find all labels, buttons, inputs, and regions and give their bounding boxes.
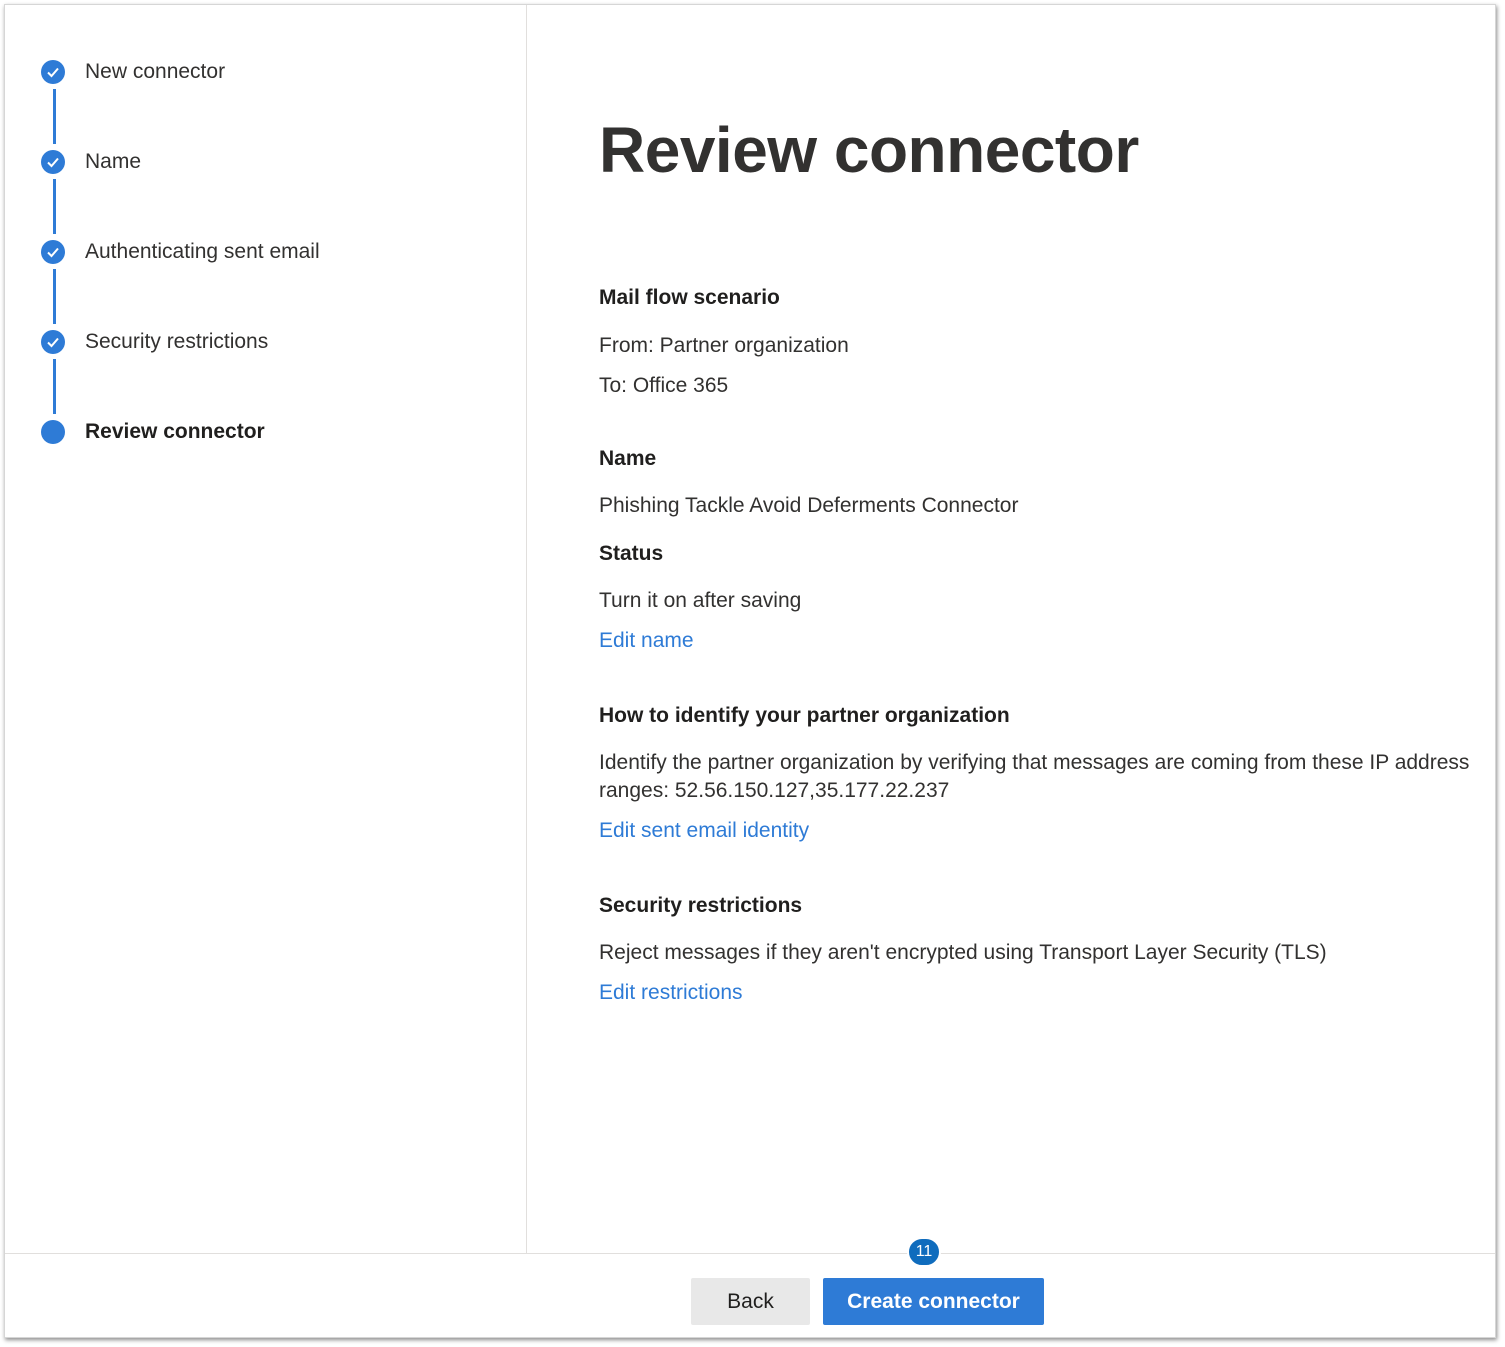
create-connector-button[interactable]: Create connector	[823, 1278, 1044, 1325]
connector-name-value: Phishing Tackle Avoid Deferments Connect…	[599, 494, 1019, 517]
step-label: Review connector	[85, 420, 265, 443]
step-connector-line	[53, 89, 56, 144]
step-security-restrictions[interactable]: Security restrictions	[41, 328, 268, 356]
checkmark-icon	[41, 240, 65, 264]
wizard-panel: New connector Name Authenticating sent e…	[4, 4, 1496, 1338]
security-restrictions-value: Reject messages if they aren't encrypted…	[599, 941, 1327, 964]
step-label: Security restrictions	[85, 330, 269, 353]
mail-flow-to: To: Office 365	[599, 374, 729, 397]
wizard-steps-sidebar: New connector Name Authenticating sent e…	[5, 5, 527, 1253]
step-number-badge: 11	[907, 1237, 941, 1267]
status-value: Turn it on after saving	[599, 589, 802, 612]
checkmark-icon	[41, 60, 65, 84]
step-authenticating-sent-email[interactable]: Authenticating sent email	[41, 238, 320, 266]
step-label: New connector	[85, 60, 226, 83]
edit-restrictions-link[interactable]: Edit restrictions	[599, 981, 743, 1005]
step-connector-line	[53, 179, 56, 234]
name-heading: Name	[599, 447, 657, 470]
step-name[interactable]: Name	[41, 148, 141, 176]
security-restrictions-heading: Security restrictions	[599, 894, 803, 917]
checkmark-icon	[41, 150, 65, 174]
page-title: Review connector	[599, 114, 1139, 186]
step-connector-line	[53, 359, 56, 414]
current-step-dot-icon	[41, 420, 65, 444]
checkmark-icon	[41, 330, 65, 354]
edit-name-link[interactable]: Edit name	[599, 629, 694, 653]
status-heading: Status	[599, 542, 664, 565]
wizard-footer: Back Create connector 11	[5, 1237, 1495, 1338]
step-connector-line	[53, 269, 56, 324]
step-label: Name	[85, 150, 142, 173]
step-label: Authenticating sent email	[85, 240, 320, 263]
identify-partner-heading: How to identify your partner organizatio…	[599, 704, 1010, 727]
edit-sent-email-identity-link[interactable]: Edit sent email identity	[599, 819, 809, 843]
step-review-connector[interactable]: Review connector	[41, 418, 265, 446]
mail-flow-from: From: Partner organization	[599, 334, 849, 357]
step-new-connector[interactable]: New connector	[41, 58, 225, 86]
mail-flow-heading: Mail flow scenario	[599, 286, 780, 309]
back-button[interactable]: Back	[691, 1278, 810, 1325]
identify-partner-value: Identify the partner organization by ver…	[599, 751, 1470, 802]
